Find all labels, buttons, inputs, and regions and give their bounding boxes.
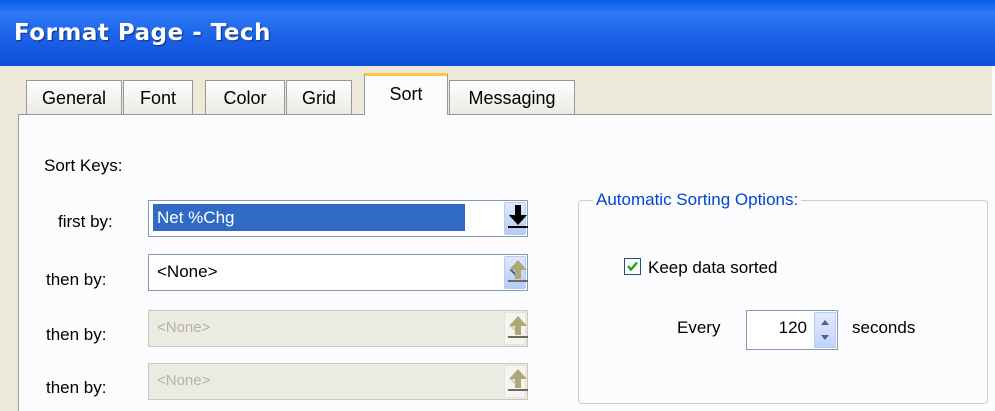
sort-keys-heading: Sort Keys: — [44, 156, 123, 175]
automatic-sorting-title: Automatic Sorting Options: — [593, 190, 802, 210]
seconds-label: seconds — [852, 318, 916, 337]
keep-data-sorted-label[interactable]: Keep data sorted — [648, 258, 777, 278]
automatic-sorting-group — [578, 200, 988, 404]
down-arrow-icon[interactable] — [506, 203, 530, 229]
tab-font[interactable]: Font — [123, 80, 193, 114]
check-icon — [627, 261, 638, 272]
then-by-value-1: <None> — [157, 262, 218, 281]
then-by-label-1: then by: — [46, 270, 107, 289]
first-by-value: Net %Chg — [153, 204, 465, 231]
window-title: Format Page - Tech — [14, 20, 272, 46]
up-arrow-icon[interactable] — [506, 257, 530, 283]
then-by-value-2: <None> — [157, 319, 211, 336]
tab-general[interactable]: General — [26, 80, 122, 114]
chevron-down-icon — [821, 335, 829, 340]
interval-spinner[interactable]: 120 — [746, 310, 838, 350]
first-by-select[interactable]: Net %Chg — [148, 200, 528, 237]
tab-grid[interactable]: Grid — [286, 80, 352, 114]
up-arrow-icon — [506, 366, 530, 392]
then-by-label-2: then by: — [46, 325, 107, 344]
then-by-value-3: <None> — [157, 372, 211, 389]
first-by-label: first by: — [58, 212, 113, 231]
then-by-select-1[interactable]: <None> — [148, 254, 528, 291]
title-bar[interactable]: Format Page - Tech — [0, 0, 995, 66]
tab-messaging[interactable]: Messaging — [449, 80, 575, 114]
spin-buttons[interactable] — [814, 312, 836, 348]
tab-color[interactable]: Color — [205, 80, 285, 114]
up-arrow-icon — [506, 313, 530, 339]
every-label: Every — [677, 318, 721, 337]
tab-sort[interactable]: Sort — [364, 73, 448, 115]
then-by-select-2: <None> — [148, 310, 528, 347]
chevron-up-icon — [821, 320, 829, 325]
interval-value[interactable]: 120 — [779, 318, 807, 338]
then-by-select-3: <None> — [148, 363, 528, 400]
then-by-label-3: then by: — [46, 378, 107, 397]
keep-data-sorted-checkbox[interactable] — [624, 258, 641, 275]
